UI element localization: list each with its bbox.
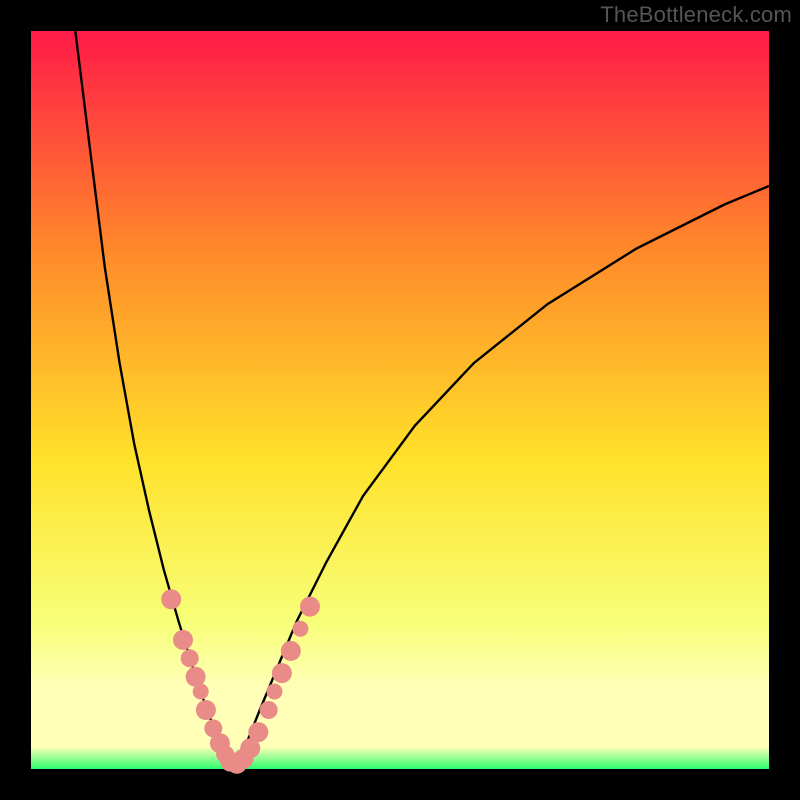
plot-background bbox=[31, 31, 769, 769]
data-marker bbox=[193, 684, 209, 700]
data-marker bbox=[272, 663, 292, 683]
chart-frame: TheBottleneck.com bbox=[0, 0, 800, 800]
data-marker bbox=[248, 722, 268, 742]
data-marker bbox=[196, 700, 216, 720]
data-marker bbox=[300, 597, 320, 617]
data-marker bbox=[292, 621, 308, 637]
data-marker bbox=[260, 701, 278, 719]
watermark-text: TheBottleneck.com bbox=[600, 2, 792, 28]
data-marker bbox=[161, 589, 181, 609]
data-marker bbox=[281, 641, 301, 661]
data-marker bbox=[267, 684, 283, 700]
bottleneck-chart bbox=[0, 0, 800, 800]
data-marker bbox=[173, 630, 193, 650]
data-marker bbox=[181, 649, 199, 667]
